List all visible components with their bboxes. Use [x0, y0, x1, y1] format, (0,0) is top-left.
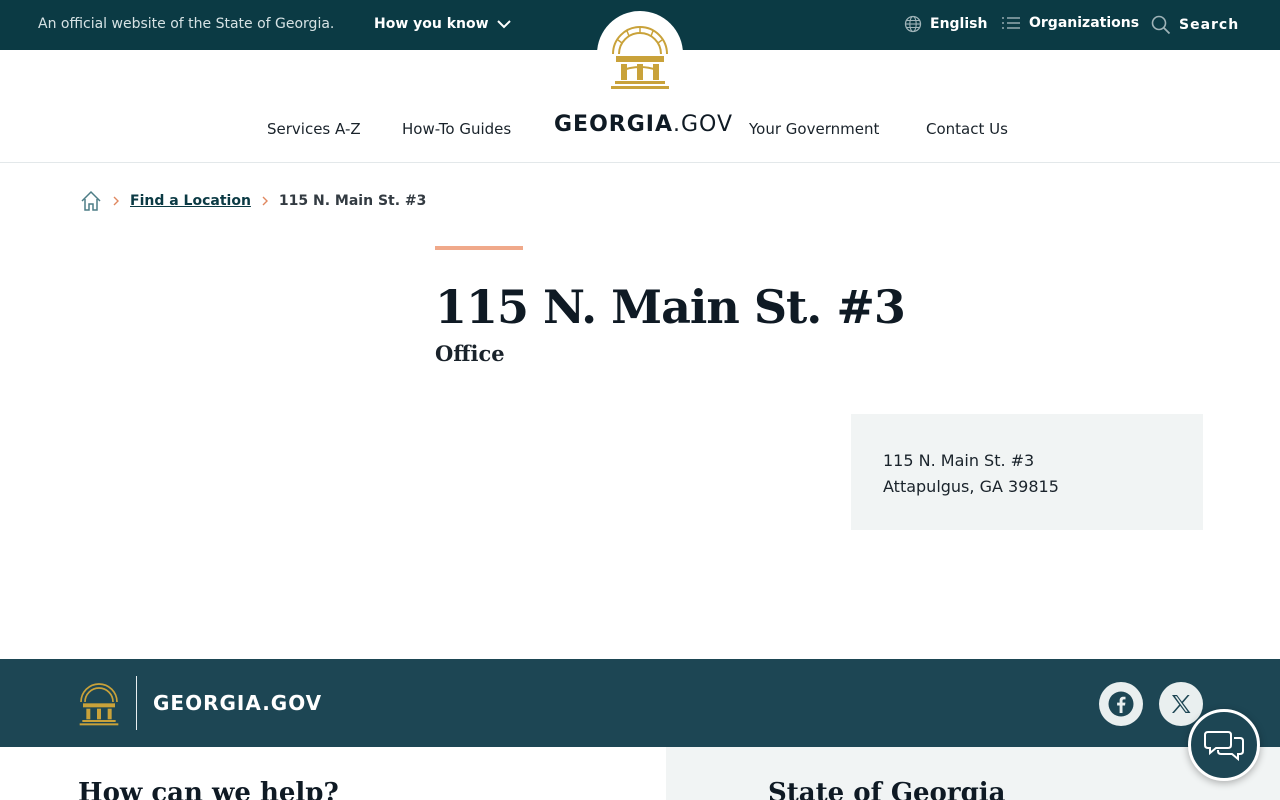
chat-button[interactable]	[1188, 709, 1260, 781]
nav-services-a-z[interactable]: Services A-Z	[267, 120, 361, 138]
x-twitter-link[interactable]	[1159, 682, 1203, 726]
how-you-know-label: How you know	[374, 16, 489, 32]
page-title: 115 N. Main St. #3	[435, 280, 906, 334]
nav-contact-us[interactable]: Contact Us	[926, 120, 1008, 138]
address-card: 115 N. Main St. #3 Attapulgus, GA 39815	[851, 414, 1203, 530]
georgia-seal-logo[interactable]	[597, 11, 683, 97]
footer-help-title: How can we help?	[78, 778, 339, 800]
home-icon[interactable]	[80, 190, 102, 212]
search-icon	[1151, 15, 1171, 35]
page-subtitle: Office	[435, 341, 505, 366]
address-line-2: Attapulgus, GA 39815	[883, 477, 1059, 496]
official-site-text: An official website of the State of Geor…	[38, 16, 335, 32]
x-logo-icon	[1172, 695, 1191, 713]
georgia-gov-wordmark[interactable]: GEORGIA.GOV	[554, 112, 733, 137]
footer-band: GEORGIA.GOV	[0, 659, 1280, 747]
footer-brand[interactable]: GEORGIA.GOV	[153, 691, 322, 715]
breadcrumb: Find a Location 115 N. Main St. #3	[80, 190, 426, 212]
search-label: Search	[1179, 17, 1240, 33]
chevron-right-icon	[262, 196, 268, 206]
language-label: English	[930, 16, 988, 32]
search-button[interactable]: Search	[1151, 15, 1239, 35]
how-you-know-toggle[interactable]: How you know	[374, 16, 511, 32]
language-selector[interactable]: English	[904, 15, 987, 33]
chat-bubbles-icon	[1204, 731, 1244, 762]
address-line-1: 115 N. Main St. #3	[883, 451, 1035, 470]
globe-icon	[904, 15, 922, 33]
breadcrumb-find-location[interactable]: Find a Location	[130, 193, 251, 209]
georgia-seal-icon[interactable]	[77, 676, 121, 728]
organizations-label: Organizations	[1029, 15, 1140, 31]
breadcrumb-current: 115 N. Main St. #3	[278, 193, 427, 209]
brand-bold: GEORGIA	[554, 112, 673, 137]
list-icon	[1002, 17, 1020, 29]
title-accent-bar	[435, 246, 523, 250]
nav-how-to-guides[interactable]: How-To Guides	[402, 120, 511, 138]
footer-state-title: State of Georgia	[768, 778, 1006, 800]
chevron-right-icon	[113, 196, 119, 206]
footer-divider	[136, 676, 137, 730]
nav-your-government[interactable]: Your Government	[749, 120, 879, 138]
facebook-link[interactable]	[1099, 682, 1143, 726]
georgia-seal-icon	[611, 26, 669, 89]
organizations-link[interactable]: Organizations	[1001, 15, 1139, 31]
brand-light: .GOV	[673, 112, 734, 137]
chevron-down-icon	[496, 20, 511, 29]
facebook-icon	[1108, 691, 1134, 717]
